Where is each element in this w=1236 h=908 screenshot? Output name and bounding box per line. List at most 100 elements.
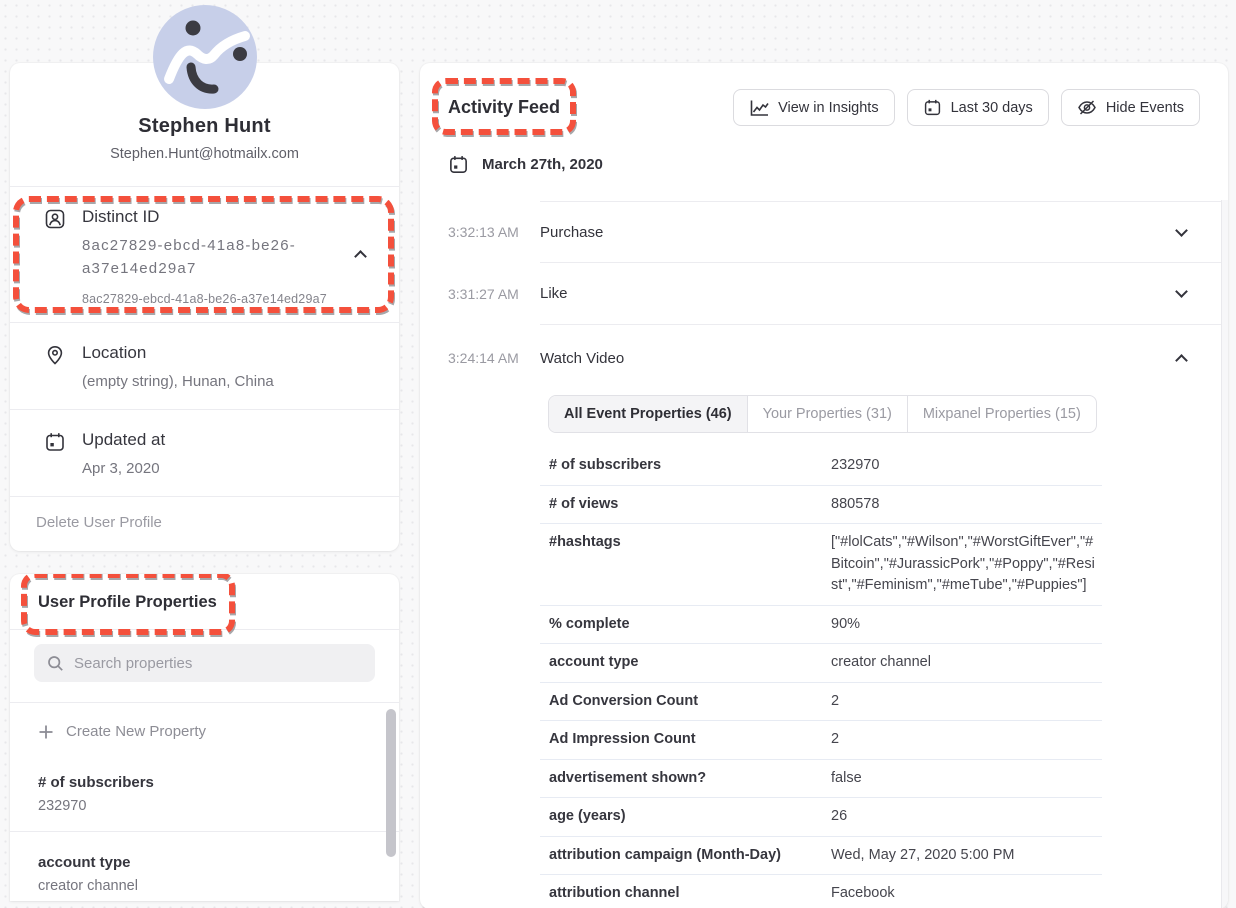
event-name: Watch Video xyxy=(540,350,624,367)
event-property-row-age-years: age (years)26 xyxy=(540,798,1102,837)
last-30-days-button[interactable]: Last 30 days xyxy=(907,89,1049,126)
chevron-down-icon xyxy=(1175,285,1188,298)
event-property-row-attribution-campaign-month-day: attribution campaign (Month-Day)Wed, May… xyxy=(540,837,1102,876)
feed-scrollbar-track[interactable] xyxy=(1221,200,1228,908)
updated-at-section: Updated at Apr 3, 2020 xyxy=(10,410,399,496)
hide-events-button[interactable]: Hide Events xyxy=(1061,89,1200,126)
event-name: Like xyxy=(540,285,568,302)
event-property-value: Wed, May 27, 2020 5:00 PM xyxy=(831,837,1102,875)
event-property-name: Ad Impression Count xyxy=(540,721,831,759)
event-property-row-ad-impression-count: Ad Impression Count2 xyxy=(540,721,1102,760)
chevron-down-icon xyxy=(1175,224,1188,237)
delete-profile-row: Delete User Profile xyxy=(10,497,399,551)
event-row-toggle[interactable]: Like xyxy=(540,263,1228,325)
location-value: (empty string), Hunan, China xyxy=(82,370,381,393)
properties-title-text: User Profile Properties xyxy=(38,593,217,611)
search-box xyxy=(34,644,375,682)
event-property-value: false xyxy=(831,760,1102,798)
eye-off-icon xyxy=(1077,98,1097,117)
view-in-insights-button[interactable]: View in Insights xyxy=(733,89,894,126)
left-column: Stephen Hunt Stephen.Hunt@hotmailx.com D… xyxy=(10,63,399,901)
location-label: Location xyxy=(82,343,381,363)
event-property-value: creator channel xyxy=(831,644,1102,682)
event-property-value: ["#lolCats","#Wilson","#WorstGiftEver","… xyxy=(831,524,1102,605)
line-chart-icon xyxy=(749,99,769,117)
event-name: Purchase xyxy=(540,224,603,241)
property-name: # of subscribers xyxy=(38,774,371,791)
profile-property-account-type[interactable]: account type creator channel xyxy=(10,832,399,901)
updated-at-label: Updated at xyxy=(82,430,381,450)
view-in-insights-label: View in Insights xyxy=(778,100,878,116)
event-row-toggle[interactable]: Purchase xyxy=(540,201,1228,263)
tab-mixpanel-properties-15[interactable]: Mixpanel Properties (15) xyxy=(907,396,1096,432)
event-time: 3:31:27 AM xyxy=(420,263,540,325)
property-items-container: # of subscribers 232970 account type creato… xyxy=(10,752,399,901)
feed-date-label: March 27th, 2020 xyxy=(482,156,603,173)
event-property-name: attribution channel xyxy=(540,875,831,908)
property-name: account type xyxy=(38,854,371,871)
profile-property-of-subscribers[interactable]: # of subscribers 232970 xyxy=(10,752,399,832)
user-profile-properties-card: User Profile Properties xyxy=(10,574,399,901)
user-profile-card: Stephen Hunt Stephen.Hunt@hotmailx.com D… xyxy=(10,63,399,551)
event-detail-tabs: All Event Properties (46)Your Properties… xyxy=(548,395,1097,433)
event-detail-panel: All Event Properties (46)Your Properties… xyxy=(540,391,1102,908)
properties-header: User Profile Properties xyxy=(10,574,399,629)
event-property-row-of-views: # of views880578 xyxy=(540,486,1102,525)
event-row-purchase: 3:32:13 AM Purchase xyxy=(420,201,1228,263)
event-property-row-ad-conversion-count: Ad Conversion Count2 xyxy=(540,683,1102,722)
event-time: 3:32:13 AM xyxy=(420,201,540,263)
plus-icon xyxy=(38,724,54,740)
distinct-id-collapse-button[interactable] xyxy=(350,242,371,272)
activity-feed-header: Activity Feed View in Insights xyxy=(420,63,1228,144)
event-property-value: 2 xyxy=(831,721,1102,759)
event-property-name: # of views xyxy=(540,486,831,524)
search-wrap xyxy=(10,630,399,702)
search-icon xyxy=(47,655,64,672)
activity-feed-title: Activity Feed xyxy=(448,97,560,118)
event-property-row-hashtags: #hashtags["#lolCats","#Wilson","#WorstGi… xyxy=(540,524,1102,606)
event-property-row-attribution-channel: attribution channelFacebook xyxy=(540,875,1102,908)
user-email: Stephen.Hunt@hotmailx.com xyxy=(30,146,379,162)
event-property-name: age (years) xyxy=(540,798,831,836)
user-name: Stephen Hunt xyxy=(30,115,379,138)
properties-title: User Profile Properties xyxy=(38,593,217,612)
tab-your-properties-31[interactable]: Your Properties (31) xyxy=(747,396,907,432)
tab-all-event-properties-46[interactable]: All Event Properties (46) xyxy=(549,396,747,432)
properties-list: Create New Property # of subscribers 2329… xyxy=(10,702,399,901)
event-property-name: Ad Conversion Count xyxy=(540,683,831,721)
event-properties-table: # of subscribers232970# of views880578#h… xyxy=(540,447,1102,908)
event-row-toggle[interactable]: Watch Video xyxy=(540,325,1228,391)
distinct-id-value: 8ac27829-ebcd-41a8-be26-a37e14ed29a7 xyxy=(82,234,314,280)
properties-scrollbar-thumb[interactable] xyxy=(386,709,396,857)
event-property-value: 90% xyxy=(831,606,1102,644)
hide-events-label: Hide Events xyxy=(1106,100,1184,116)
calendar-icon xyxy=(923,98,942,117)
create-new-property-label: Create New Property xyxy=(66,723,206,740)
activity-feed-card: Activity Feed View in Insights xyxy=(420,63,1228,908)
event-property-name: % complete xyxy=(540,606,831,644)
id-badge-icon xyxy=(44,207,68,306)
location-pin-icon xyxy=(44,343,68,393)
event-property-row-of-subscribers: # of subscribers232970 xyxy=(540,447,1102,486)
location-section: Location (empty string), Hunan, China xyxy=(10,323,399,409)
event-property-value: 2 xyxy=(831,683,1102,721)
delete-user-profile-link[interactable]: Delete User Profile xyxy=(36,514,162,531)
event-property-value: 880578 xyxy=(831,486,1102,524)
event-property-row-account-type: account typecreator channel xyxy=(540,644,1102,683)
distinct-id-label: Distinct ID xyxy=(82,207,350,227)
event-property-value: 232970 xyxy=(831,447,1102,485)
chevron-up-icon xyxy=(1175,354,1188,367)
property-value: creator channel xyxy=(38,878,371,894)
last-30-days-label: Last 30 days xyxy=(951,100,1033,116)
event-property-name: attribution campaign (Month-Day) xyxy=(540,837,831,875)
activity-feed-title-text: Activity Feed xyxy=(448,97,560,117)
property-value: 232970 xyxy=(38,798,371,814)
event-row-watch-video: 3:24:14 AM Watch Video xyxy=(420,325,1228,391)
event-time: 3:24:14 AM xyxy=(420,325,540,391)
distinct-id-sub-value: 8ac27829-ebcd-41a8-be26-a37e14ed29a7 xyxy=(82,292,350,306)
properties-scrollbar-track[interactable] xyxy=(386,707,396,901)
event-property-row-complete: % complete90% xyxy=(540,606,1102,645)
create-new-property-button[interactable]: Create New Property xyxy=(10,703,399,752)
search-properties-input[interactable] xyxy=(74,655,362,672)
event-property-name: account type xyxy=(540,644,831,682)
